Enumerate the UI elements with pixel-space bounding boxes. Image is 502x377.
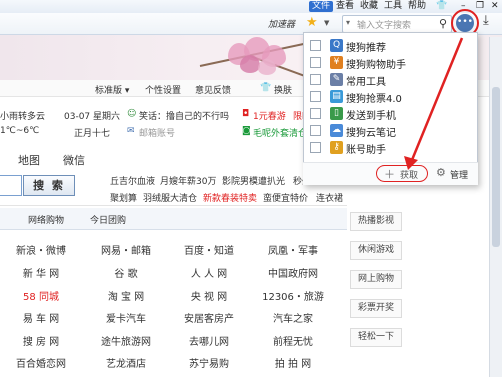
arrow-line [410,37,464,161]
annotation-arrow [404,37,464,170]
arrow-head [404,156,418,170]
